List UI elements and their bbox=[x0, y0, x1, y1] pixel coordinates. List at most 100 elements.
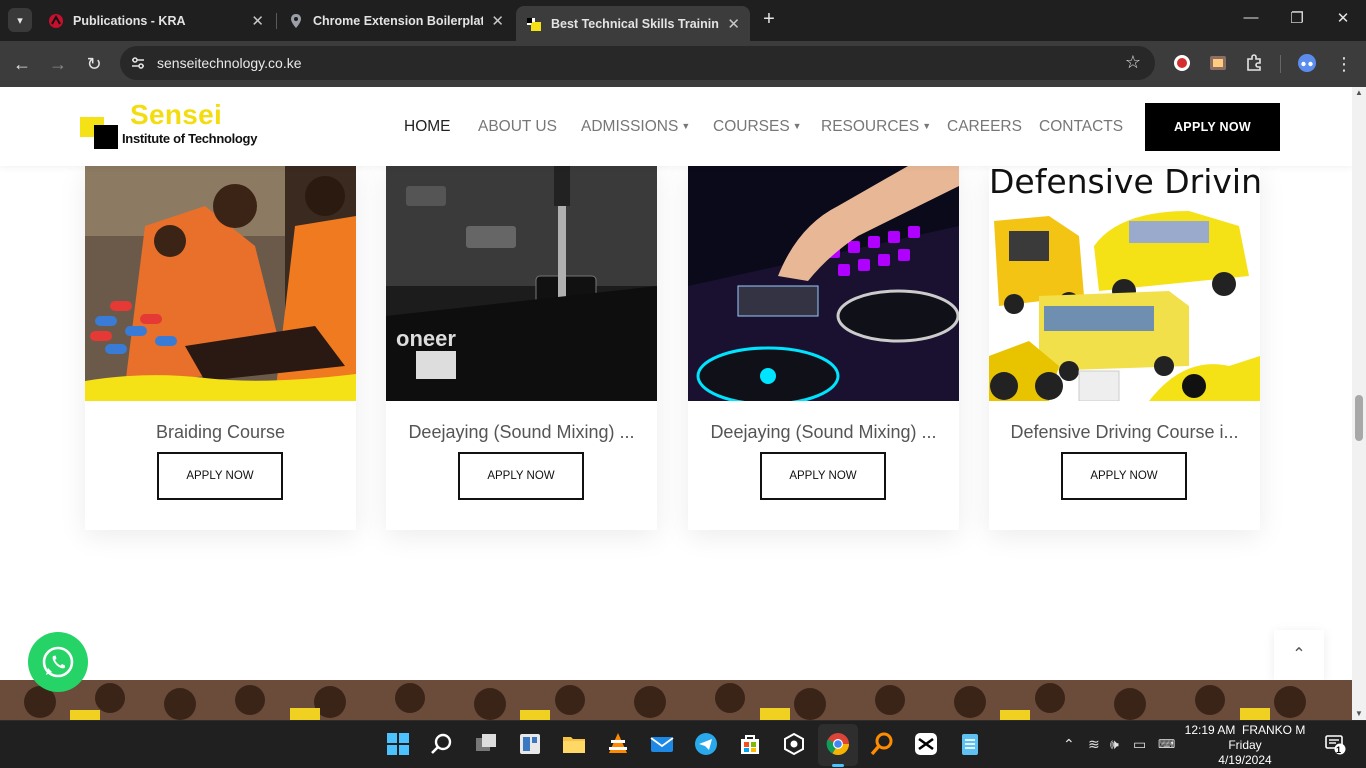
apply-now-button[interactable]: APPLY NOW bbox=[1061, 452, 1187, 500]
logo-name: Sensei bbox=[130, 99, 223, 130]
apply-now-button[interactable]: APPLY NOW bbox=[458, 452, 584, 500]
close-window-button[interactable]: ✕ bbox=[1328, 9, 1358, 27]
nav-home[interactable]: HOME bbox=[404, 118, 451, 136]
search-everything-icon[interactable] bbox=[869, 731, 895, 757]
nav-courses[interactable]: COURSES ▼ bbox=[713, 118, 802, 136]
dj-controller-image[interactable] bbox=[688, 166, 959, 401]
notepad-icon[interactable] bbox=[957, 731, 983, 757]
vlc-icon[interactable] bbox=[605, 731, 631, 757]
close-icon[interactable]: ✕ bbox=[251, 12, 264, 30]
capcut-icon[interactable] bbox=[913, 731, 939, 757]
address-bar[interactable]: senseitechnology.co.ke ☆ bbox=[120, 46, 1155, 80]
course-card-deejaying-2: Deejaying (Sound Mixing) ... APPLY NOW bbox=[688, 166, 959, 530]
course-card-defensive-driving: Defensive Driving Defensive Driving Cour… bbox=[989, 166, 1260, 530]
clock-user: FRANKO M bbox=[1242, 723, 1306, 737]
minimize-icon: — bbox=[1243, 9, 1259, 26]
close-icon[interactable]: ✕ bbox=[491, 12, 504, 30]
nav-resources[interactable]: RESOURCES ▼ bbox=[821, 118, 931, 136]
windows-start-icon[interactable] bbox=[385, 731, 411, 757]
tab-sensei[interactable]: Best Technical Skills Training In ✕ bbox=[516, 6, 750, 41]
scroll-to-top-button[interactable]: ⌃ bbox=[1274, 630, 1324, 680]
whatsapp-icon bbox=[42, 646, 74, 678]
bookmark-star-icon[interactable]: ☆ bbox=[1125, 52, 1141, 73]
reload-button[interactable]: ↻ bbox=[81, 51, 107, 77]
tab-title: Best Technical Skills Training In bbox=[551, 16, 719, 31]
whatsapp-chat-button[interactable] bbox=[28, 632, 88, 692]
chevron-down-icon: ▼ bbox=[922, 121, 932, 131]
windows-taskbar: ⌃ ≋ 🕪 ▭ ⌨ 12:19 AM FRANKO M Friday 4/19/… bbox=[0, 720, 1366, 768]
deejaying-equipment-image[interactable]: oneer bbox=[386, 166, 657, 401]
site-settings-icon[interactable] bbox=[130, 55, 146, 71]
chevron-up-icon: ⌃ bbox=[1292, 646, 1306, 663]
new-tab-button[interactable]: + bbox=[758, 8, 780, 32]
back-button[interactable]: ← bbox=[9, 51, 35, 77]
tab-divider bbox=[276, 13, 277, 29]
course-title[interactable]: Deejaying (Sound Mixing) ... bbox=[688, 422, 959, 443]
system-clock[interactable]: 12:19 AM FRANKO M Friday 4/19/2024 bbox=[1180, 723, 1310, 768]
picture-extension-icon[interactable] bbox=[1208, 53, 1228, 73]
chrome-icon[interactable] bbox=[825, 731, 851, 757]
plus-icon: + bbox=[763, 8, 775, 30]
scrollbar-thumb[interactable] bbox=[1355, 395, 1363, 441]
keyboard-icon[interactable]: ⌨ bbox=[1158, 737, 1175, 751]
battery-icon[interactable]: ▭ bbox=[1133, 736, 1146, 753]
clock-time: 12:19 AM bbox=[1184, 723, 1236, 737]
page-scrollbar[interactable]: ▲ ▼ bbox=[1352, 87, 1366, 720]
tab-extension-boilerplate[interactable]: Chrome Extension Boilerplate ( ✕ bbox=[278, 6, 514, 35]
chevron-down-icon: ▼ bbox=[792, 121, 802, 131]
volume-icon[interactable]: 🕪 bbox=[1110, 736, 1119, 753]
nav-label: CONTACTS bbox=[1039, 118, 1124, 135]
close-icon[interactable]: ✕ bbox=[727, 15, 740, 33]
defensive-driving-image[interactable]: Defensive Driving bbox=[989, 166, 1260, 401]
site-logo[interactable]: Sensei Institute of Technology bbox=[80, 99, 260, 151]
location-pin-icon bbox=[291, 13, 301, 28]
nav-about-us[interactable]: ABOUT US bbox=[478, 118, 557, 136]
scroll-down-arrow-icon[interactable]: ▼ bbox=[1355, 710, 1363, 718]
record-extension-icon[interactable] bbox=[1172, 53, 1192, 73]
arrow-right-icon: → bbox=[49, 54, 67, 74]
nav-label: RESOURCES bbox=[821, 118, 920, 135]
nav-contacts[interactable]: CONTACTS bbox=[1039, 118, 1123, 136]
restore-button[interactable]: ❐ bbox=[1282, 9, 1312, 27]
scroll-up-arrow-icon[interactable]: ▲ bbox=[1355, 89, 1363, 97]
widgets-icon[interactable] bbox=[517, 731, 543, 757]
forward-button[interactable]: → bbox=[45, 51, 71, 77]
microsoft-store-icon[interactable] bbox=[737, 731, 763, 757]
logo-subtitle: Institute of Technology bbox=[122, 131, 258, 146]
wifi-icon[interactable]: ≋ bbox=[1088, 736, 1100, 753]
extensions-puzzle-icon[interactable] bbox=[1244, 53, 1264, 73]
github-copilot-icon[interactable] bbox=[781, 731, 807, 757]
nav-label: COURSES bbox=[713, 118, 790, 135]
braiding-course-image[interactable] bbox=[85, 166, 356, 401]
nav-label: CAREERS bbox=[947, 118, 1022, 135]
notification-center-icon[interactable] bbox=[1324, 733, 1346, 755]
chrome-menu-button[interactable]: ⋮ bbox=[1331, 51, 1357, 77]
telegram-icon[interactable] bbox=[693, 731, 719, 757]
show-hidden-icons-chevron-icon[interactable]: ⌃ bbox=[1063, 736, 1075, 753]
nav-careers[interactable]: CAREERS bbox=[947, 118, 1022, 136]
nav-label: ABOUT US bbox=[478, 118, 557, 135]
notification-count: 1 bbox=[1336, 745, 1342, 755]
course-title[interactable]: Defensive Driving Course i... bbox=[989, 422, 1260, 443]
file-explorer-icon[interactable] bbox=[561, 731, 587, 757]
search-icon[interactable] bbox=[429, 731, 455, 757]
apply-now-header-button[interactable]: APPLY NOW bbox=[1145, 103, 1280, 151]
tab-search-button[interactable]: ▾ bbox=[8, 8, 32, 32]
mail-icon[interactable] bbox=[649, 731, 675, 757]
course-title[interactable]: Deejaying (Sound Mixing) ... bbox=[386, 422, 657, 443]
apply-now-button[interactable]: APPLY NOW bbox=[760, 452, 886, 500]
clock-date: 4/19/2024 bbox=[1218, 753, 1272, 767]
profile-avatar-icon[interactable] bbox=[1297, 53, 1317, 73]
vehicles-illustration bbox=[989, 211, 1260, 401]
clock-day: Friday bbox=[1228, 738, 1262, 752]
nav-label: ADMISSIONS bbox=[581, 118, 679, 135]
pioneer-logo-text: oneer bbox=[396, 326, 456, 351]
course-title[interactable]: Braiding Course bbox=[85, 422, 356, 443]
task-view-icon[interactable] bbox=[473, 731, 499, 757]
apply-now-button[interactable]: APPLY NOW bbox=[157, 452, 283, 500]
minimize-button[interactable]: — bbox=[1236, 9, 1266, 26]
url-text[interactable]: senseitechnology.co.ke bbox=[157, 55, 302, 71]
tab-kra[interactable]: Publications - KRA ✕ bbox=[38, 6, 274, 35]
nav-admissions[interactable]: ADMISSIONS ▼ bbox=[581, 118, 690, 136]
nav-label: HOME bbox=[404, 118, 451, 135]
